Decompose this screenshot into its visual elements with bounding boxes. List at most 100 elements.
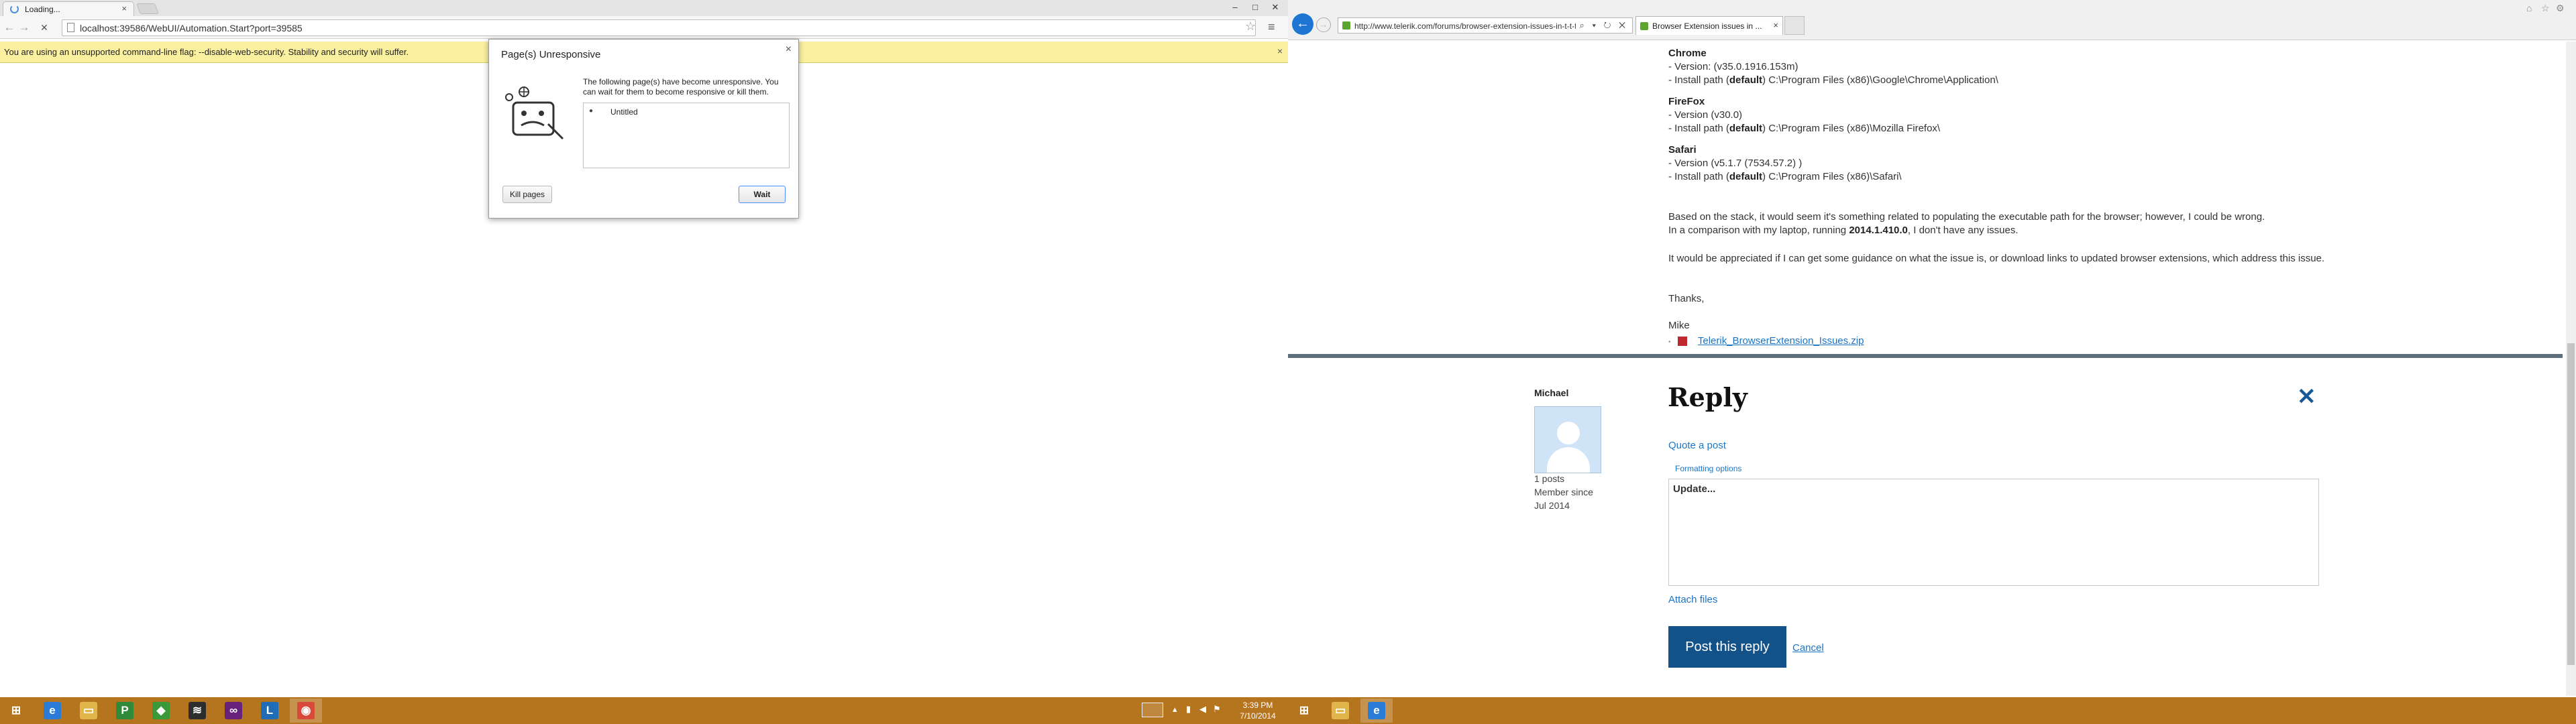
maximize-button[interactable]: □ <box>1245 0 1265 15</box>
unresponsive-page-list: ● Untitled <box>583 103 790 168</box>
page-list-item[interactable]: Untitled <box>610 107 638 117</box>
file-explorer-icon: ▭ <box>1332 702 1349 719</box>
reply-user-name: Michael <box>1534 387 1569 398</box>
file-explorer-taskbar-icon-2[interactable]: ▭ <box>1324 699 1356 723</box>
ie-forward-arrow-icon[interactable]: → <box>1316 17 1331 32</box>
attachment-link[interactable]: • Telerik_BrowserExtension_Issues.zip <box>1668 335 1864 347</box>
reply-textarea[interactable]: Update... <box>1668 479 2319 586</box>
spotify-icon: ≋ <box>189 702 206 719</box>
chrome-menu-icon[interactable]: ≡ <box>1268 20 1275 34</box>
app-green-diamond-taskbar-icon[interactable]: ◆ <box>145 699 177 723</box>
new-tab-button[interactable] <box>136 3 159 14</box>
ie-address-url: http://www.telerik.com/forums/browser-ex… <box>1354 21 1576 31</box>
project-icon: P <box>116 702 133 719</box>
zip-file-icon <box>1677 337 1687 347</box>
ie-tab[interactable]: Browser Extension issues in ... × <box>1635 16 1783 35</box>
dialog-message: The following page(s) have become unresp… <box>583 77 779 97</box>
home-icon[interactable]: ⌂ <box>2526 3 2532 13</box>
tray-overflow-icon[interactable]: ▴ <box>1173 704 1177 715</box>
chrome-tab-title: Loading... <box>25 5 60 14</box>
address-bar[interactable]: localhost:39586/WebUI/Automation.Start?p… <box>62 19 1256 36</box>
taskbar-clock[interactable]: 3:39 PM 7/10/2014 <box>1229 700 1287 721</box>
ie-taskbar-icon[interactable]: e <box>36 699 68 723</box>
safari-heading: Safari <box>1668 144 1697 156</box>
infobar-message: You are using an unsupported command-lin… <box>4 47 409 57</box>
loading-icon <box>10 5 19 13</box>
back-arrow-icon[interactable]: ← <box>3 20 16 35</box>
action-center-icon[interactable]: ⚑ <box>1213 704 1221 715</box>
chrome-heading: Chrome <box>1668 48 1707 59</box>
ie-taskbar-icon-2[interactable]: e <box>1360 699 1393 723</box>
member-since-label: Member since <box>1534 487 1593 497</box>
forum-post-content: Chrome - Version: (v35.0.1916.153m) - In… <box>1288 42 2563 355</box>
visual-studio-taskbar-icon[interactable]: ∞ <box>217 699 250 723</box>
attach-files-link[interactable]: Attach files <box>1668 594 1717 605</box>
ie-icon: e <box>44 702 61 719</box>
keyboard-tray-icon[interactable] <box>1142 703 1163 717</box>
member-since-date: Jul 2014 <box>1534 500 1570 511</box>
dialog-title: Page(s) Unresponsive <box>501 49 601 60</box>
page-icon <box>67 23 74 32</box>
chrome-taskbar-icon[interactable]: ◉ <box>290 699 322 723</box>
infobar-close-icon[interactable]: × <box>1277 46 1283 56</box>
volume-icon[interactable]: ◀ <box>1199 704 1206 715</box>
start-icon: ⊞ <box>1295 702 1313 719</box>
chrome-version: - Version: (v35.0.1916.153m) <box>1668 61 1799 72</box>
quote-post-link[interactable]: Quote a post <box>1668 440 1726 451</box>
unresponsive-page-icon <box>505 86 564 140</box>
reply-heading: Reply <box>1668 382 1748 412</box>
firefox-heading: FireFox <box>1668 96 1705 107</box>
start-icon: ⊞ <box>7 702 25 719</box>
ie-scrollbar[interactable] <box>2566 42 2576 696</box>
chrome-tab[interactable]: Loading... × <box>3 1 134 16</box>
ie-tab-title: Browser Extension issues in ... <box>1652 21 1762 31</box>
post-signature: Mike <box>1668 320 1690 331</box>
firefox-version: - Version (v30.0) <box>1668 109 1743 121</box>
attachment-filename[interactable]: Telerik_BrowserExtension_Issues.zip <box>1698 335 1864 347</box>
visual-studio-icon: ∞ <box>225 702 242 719</box>
favorites-star-icon[interactable]: ☆ <box>2541 3 2550 14</box>
reply-close-icon[interactable]: ✕ <box>2297 383 2316 410</box>
ie-new-tab-button[interactable] <box>1784 16 1805 35</box>
ie-address-bar[interactable]: http://www.telerik.com/forums/browser-ex… <box>1338 17 1633 34</box>
close-window-button[interactable]: ✕ <box>1265 0 1285 15</box>
page-checkbox[interactable]: ● <box>589 107 593 115</box>
cancel-link[interactable]: Cancel <box>1792 642 1824 654</box>
project-taskbar-icon[interactable]: P <box>109 699 141 723</box>
start-button[interactable]: ⊞ <box>0 699 32 723</box>
ie-icon: e <box>1368 702 1385 719</box>
spotify-taskbar-icon[interactable]: ≋ <box>181 699 213 723</box>
settings-gear-icon[interactable]: ⚙ <box>2556 3 2565 14</box>
network-icon[interactable]: ▮ <box>1186 704 1191 715</box>
ie-back-arrow-icon[interactable]: ← <box>1292 13 1313 35</box>
post-paragraph-2: It would be appreciated if I can get som… <box>1668 253 2325 264</box>
stop-loading-icon[interactable]: ✕ <box>38 20 51 35</box>
address-controls-icons[interactable]: ⌕ ▾ ↻ ✕ <box>1580 20 1628 31</box>
bookmark-star-icon[interactable]: ☆ <box>1245 19 1256 34</box>
post-paragraph-1: Based on the stack, it would seem it's s… <box>1668 211 2265 236</box>
lync-taskbar-icon[interactable]: L <box>254 699 286 723</box>
forward-arrow-icon[interactable]: → <box>17 20 31 35</box>
reply-panel: Michael 1 posts Member since Jul 2014 Re… <box>1288 358 2563 697</box>
scrollbar-thumb[interactable] <box>2567 343 2575 665</box>
address-bar-url: localhost:39586/WebUI/Automation.Start?p… <box>80 23 303 34</box>
wait-button[interactable]: Wait <box>739 186 786 203</box>
post-reply-button[interactable]: Post this reply <box>1668 626 1786 668</box>
safari-version: - Version (v5.1.7 (7534.57.2) ) <box>1668 158 1803 169</box>
dialog-close-icon[interactable]: × <box>786 44 792 56</box>
minimize-button[interactable]: – <box>1225 0 1245 15</box>
ie-tab-close-icon[interactable]: × <box>1773 20 1778 30</box>
avatar <box>1534 406 1601 473</box>
safari-info-block: Safari - Version (v5.1.7 (7534.57.2) ) -… <box>1668 143 2346 184</box>
file-explorer-taskbar-icon[interactable]: ▭ <box>72 699 105 723</box>
kill-pages-button[interactable]: Kill pages <box>502 186 552 203</box>
ie-window: ← → http://www.telerik.com/forums/browse… <box>1288 0 2576 697</box>
chrome-tab-close-icon[interactable]: × <box>121 3 127 13</box>
clock-date: 7/10/2014 <box>1240 711 1276 721</box>
chrome-tab-strip: Loading... × – □ ✕ <box>0 0 1288 16</box>
start-button-2[interactable]: ⊞ <box>1288 699 1320 723</box>
post-thanks: Thanks, <box>1668 293 1705 304</box>
formatting-options-link[interactable]: Formatting options <box>1675 464 1741 473</box>
lync-icon: L <box>261 702 278 719</box>
firefox-info-block: FireFox - Version (v30.0) - Install path… <box>1668 95 2346 135</box>
